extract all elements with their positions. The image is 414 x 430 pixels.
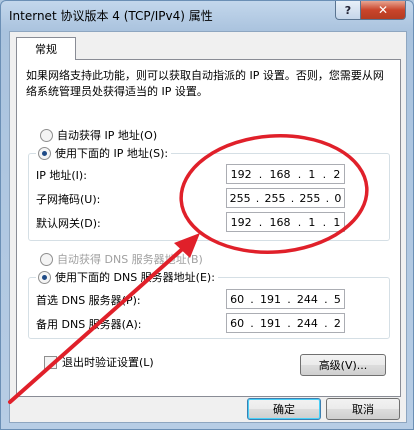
- manual-dns-radio[interactable]: [38, 270, 51, 284]
- validate-label: 退出时验证设置(L): [62, 356, 154, 369]
- octet[interactable]: 168: [270, 216, 291, 229]
- dns-field-label: 备用 DNS 服务器(A):: [36, 318, 142, 331]
- cancel-button-label: 取消: [352, 403, 374, 416]
- dialog-client-area: 常规 如果网络支持此功能，则可以获取自动指派的 IP 设置。否则，您需要从网络系…: [9, 31, 407, 423]
- octet[interactable]: 255: [230, 192, 251, 205]
- dns-field-label: 首选 DNS 服务器(P):: [36, 294, 141, 307]
- octet[interactable]: 255: [265, 192, 286, 205]
- tab-general-label: 常规: [35, 43, 57, 56]
- auto-ip-option[interactable]: 自动获得 IP 地址(O): [40, 127, 157, 143]
- validate-checkbox[interactable]: [44, 355, 57, 369]
- manual-ip-label: 使用下面的 IP 地址(S):: [55, 147, 169, 160]
- auto-ip-label: 自动获得 IP 地址(O): [57, 129, 158, 142]
- octet[interactable]: 5: [334, 293, 341, 306]
- octet[interactable]: 244: [297, 293, 318, 306]
- ok-button-label: 确定: [273, 403, 295, 416]
- manual-ip-option[interactable]: 使用下面的 IP 地址(S):: [36, 145, 172, 161]
- octet[interactable]: 168: [270, 168, 291, 181]
- octet-separator: .: [290, 191, 295, 205]
- octet[interactable]: 192: [231, 216, 252, 229]
- ip-field-label: IP 地址(I):: [36, 169, 87, 182]
- octet-separator: .: [322, 215, 327, 229]
- advanced-button-label: 高级(V)...: [318, 359, 368, 372]
- ip-field-input[interactable]: 192. 168. 1. 2: [226, 164, 345, 184]
- close-button[interactable]: ✕: [360, 1, 406, 20]
- octet[interactable]: 60: [230, 317, 244, 330]
- ip-field-input[interactable]: 192. 168. 1. 1: [226, 212, 345, 232]
- octet[interactable]: 60: [230, 293, 244, 306]
- dns-field-input[interactable]: 60. 191. 244. 2: [226, 313, 345, 333]
- octet-separator: .: [322, 167, 327, 181]
- octet-separator: .: [287, 316, 291, 330]
- advanced-button[interactable]: 高级(V)...: [300, 354, 386, 376]
- ok-button[interactable]: 确定: [247, 398, 321, 420]
- octet[interactable]: 191: [260, 293, 281, 306]
- octet-separator: .: [324, 292, 328, 306]
- octet-separator: .: [255, 191, 260, 205]
- octet[interactable]: 2: [334, 317, 341, 330]
- octet[interactable]: 255: [299, 192, 320, 205]
- octet-separator: .: [250, 316, 254, 330]
- octet[interactable]: 1: [308, 168, 315, 181]
- octet[interactable]: 0: [334, 192, 341, 205]
- octet[interactable]: 2: [333, 168, 340, 181]
- octet-separator: .: [297, 167, 302, 181]
- octet[interactable]: 191: [260, 317, 281, 330]
- auto-ip-radio[interactable]: [40, 128, 53, 142]
- octet-separator: .: [258, 167, 263, 181]
- octet[interactable]: 244: [297, 317, 318, 330]
- window-title: Internet 协议版本 4 (TCP/IPv4) 属性: [9, 9, 213, 23]
- help-button[interactable]: ?: [335, 1, 361, 20]
- dialog-window: Internet 协议版本 4 (TCP/IPv4) 属性 ? ✕ 常规 如果网…: [0, 0, 414, 430]
- octet-separator: .: [324, 316, 328, 330]
- auto-dns-label: 自动获得 DNS 服务器地址(B): [57, 253, 203, 266]
- manual-ip-radio[interactable]: [38, 146, 51, 160]
- octet-separator: .: [325, 191, 330, 205]
- octet-separator: .: [258, 215, 263, 229]
- auto-dns-option[interactable]: 自动获得 DNS 服务器地址(B): [40, 251, 203, 267]
- octet-separator: .: [287, 292, 291, 306]
- dns-field-input[interactable]: 60. 191. 244. 5: [226, 289, 345, 309]
- ip-field-label: 子网掩码(U):: [36, 193, 101, 206]
- auto-dns-radio[interactable]: [40, 252, 53, 266]
- octet-separator: .: [250, 292, 254, 306]
- title-bar[interactable]: Internet 协议版本 4 (TCP/IPv4) 属性 ? ✕: [1, 1, 413, 29]
- octet[interactable]: 192: [231, 168, 252, 181]
- manual-dns-option[interactable]: 使用下面的 DNS 服务器地址(E):: [36, 269, 218, 285]
- octet[interactable]: 1: [333, 216, 340, 229]
- octet[interactable]: 1: [308, 216, 315, 229]
- tab-general[interactable]: 常规: [16, 37, 76, 60]
- validate-option[interactable]: 退出时验证设置(L): [44, 354, 154, 370]
- octet-separator: .: [297, 215, 302, 229]
- ip-field-input[interactable]: 255. 255. 255. 0: [226, 188, 345, 208]
- manual-dns-label: 使用下面的 DNS 服务器地址(E):: [55, 271, 215, 284]
- cancel-button[interactable]: 取消: [326, 398, 400, 420]
- description-text: 如果网络支持此功能，则可以获取自动指派的 IP 设置。否则，您需要从网络系统管理…: [26, 69, 384, 98]
- ip-field-label: 默认网关(D):: [36, 217, 101, 230]
